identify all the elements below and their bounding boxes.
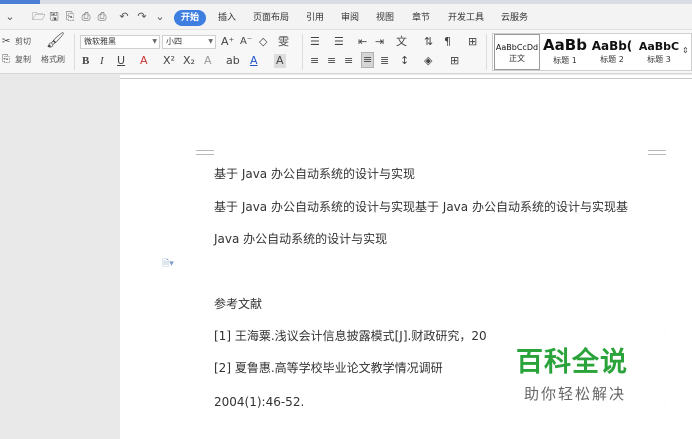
italic-button[interactable]: I [100, 54, 104, 68]
style-label: 标题 2 [600, 55, 624, 64]
print-preview-icon[interactable]: ⎙ [80, 11, 92, 23]
menu-bar: ⌄ 🗁 🖫 ⎘ ⎙ ⎙ ↶ ↷ ⌄ 开始 插入 页面布局 引用 审阅 视图 章节… [0, 4, 692, 30]
numbered-list-icon[interactable]: ☰ [334, 35, 344, 49]
text-effect-icon[interactable]: A [204, 54, 212, 68]
highlight-icon[interactable]: ab [226, 54, 240, 68]
sort-icon[interactable]: ⇅ [424, 35, 433, 49]
font-name-value: 微软雅黑 [84, 37, 116, 46]
align-center-icon[interactable]: ≡ [327, 54, 336, 68]
underline-button[interactable]: U [117, 54, 125, 68]
bullet-list-icon[interactable]: ☰ [310, 35, 320, 49]
clear-format-icon[interactable]: ◇ [259, 35, 267, 49]
subscript-icon[interactable]: X₂ [183, 54, 195, 68]
ribbon-home: ✂ 剪切 ⎘ 复制 🖌 格式刷 微软雅黑 ▼ 小四 ▼ A⁺ A⁻ ◇ 雯 B … [0, 30, 692, 74]
ribbon-divider [74, 34, 75, 70]
decrease-indent-icon[interactable]: ⇤ [358, 35, 367, 49]
style-preview: AaBb [543, 36, 587, 54]
strikethrough-icon[interactable]: A [140, 54, 148, 68]
copy-button[interactable]: 复制 [15, 54, 31, 66]
font-size-value: 小四 [166, 37, 182, 46]
style-heading-2[interactable]: AaBb( 标题 2 [589, 34, 635, 70]
phonetic-guide-icon[interactable]: 雯 [278, 35, 289, 49]
font-color-icon[interactable]: A [250, 54, 258, 68]
grow-font-icon[interactable]: A⁺ [221, 35, 234, 49]
style-heading-3[interactable]: AaBbC 标题 3 [636, 34, 682, 70]
copy-icon[interactable]: ⎘ [2, 53, 10, 67]
border-icon[interactable]: ⊞ [450, 54, 459, 68]
styles-gallery: AaBbCcDd 正文 AaBb 标题 1 AaBb( 标题 2 AaBbC 标… [492, 33, 692, 71]
style-normal[interactable]: AaBbCcDd 正文 [494, 34, 540, 70]
style-heading-1[interactable]: AaBb 标题 1 [542, 34, 588, 70]
print-icon[interactable]: ⎙ [96, 11, 108, 23]
chevron-down-icon: ▼ [208, 38, 213, 45]
chinese-layout-icon[interactable]: 文 [396, 35, 407, 49]
align-right-icon[interactable]: ≡ [344, 54, 353, 68]
customize-icon[interactable]: ⌄ [154, 11, 166, 23]
tab-developer[interactable]: 开发工具 [448, 10, 484, 26]
align-left-icon[interactable]: ≡ [310, 54, 319, 68]
tab-view[interactable]: 视图 [376, 10, 394, 26]
undo-icon[interactable]: ↶ [118, 11, 130, 23]
wps-writer-window: ⌄ 🗁 🖫 ⎘ ⎙ ⎙ ↶ ↷ ⌄ 开始 插入 页面布局 引用 审阅 视图 章节… [0, 0, 692, 439]
tab-sections[interactable]: 章节 [412, 10, 430, 26]
bold-button[interactable]: B [82, 54, 89, 68]
margin-corner-mark [648, 150, 666, 155]
line-spacing-icon[interactable]: ↕ [400, 54, 409, 68]
superscript-icon[interactable]: X² [163, 54, 175, 68]
font-size-select[interactable]: 小四 ▼ [162, 35, 216, 49]
char-shading-icon[interactable]: A [274, 54, 286, 68]
shading-icon[interactable]: ◈ [424, 54, 432, 68]
doc-line[interactable]: [1] 王海粟.浅议会计信息披露模式[J].财政研究，20 [214, 328, 487, 344]
format-painter-button[interactable]: 格式刷 [41, 54, 65, 66]
redo-icon[interactable]: ↷ [136, 11, 148, 23]
show-marks-icon[interactable]: ¶ [444, 35, 451, 49]
paragraph-handle-icon[interactable]: 🗎▾ [162, 256, 174, 272]
page-break-line [120, 78, 692, 79]
doc-line[interactable]: 基于 Java 办公自动系统的设计与实现 [214, 166, 415, 182]
style-preview: AaBb( [591, 39, 633, 53]
save-icon[interactable]: 🖫 [48, 11, 60, 23]
style-label: 正文 [509, 54, 525, 63]
open-icon[interactable]: 🗁 [32, 11, 46, 23]
tab-page-layout[interactable]: 页面布局 [253, 10, 289, 26]
styles-more-icon[interactable]: ⇕ [682, 44, 689, 58]
tab-insert[interactable]: 插入 [218, 10, 236, 26]
tab-home[interactable]: 开始 [174, 10, 207, 26]
shrink-font-icon[interactable]: A⁻ [240, 35, 252, 49]
font-name-select[interactable]: 微软雅黑 ▼ [80, 35, 160, 49]
style-preview: AaBbCcDd [495, 43, 539, 52]
tab-references[interactable]: 引用 [306, 10, 324, 26]
doc-line[interactable]: 基于 Java 办公自动系统的设计与实现基于 Java 办公自动系统的设计与实现… [214, 199, 628, 215]
cut-icon[interactable]: ✂ [2, 35, 10, 49]
align-justify-icon[interactable]: ≡ [361, 52, 375, 68]
style-label: 标题 3 [647, 55, 671, 64]
doc-line[interactable]: [2] 夏鲁惠.高等学校毕业论文教学情况调研 [214, 360, 443, 376]
style-label: 标题 1 [553, 56, 577, 65]
style-preview: AaBbC [638, 40, 680, 53]
watermark-slogan: 助你轻松解决 [524, 385, 627, 403]
ribbon-divider [486, 34, 487, 70]
tab-cloud-service[interactable]: 云服务 [501, 10, 528, 26]
distribute-icon[interactable]: ≣ [380, 54, 389, 68]
format-painter-icon[interactable]: 🖌 [46, 33, 65, 48]
save-as-icon[interactable]: ⎘ [64, 11, 76, 23]
doc-line[interactable]: Java 办公自动系统的设计与实现 [214, 231, 387, 247]
undo-dropdown-icon[interactable]: ⌄ [2, 11, 18, 23]
doc-line[interactable]: 2004(1):46-52. [214, 394, 304, 410]
increase-indent-icon[interactable]: ⇥ [375, 35, 384, 49]
tab-review[interactable]: 审阅 [341, 10, 359, 26]
watermark-logo-text: 百科全说 [516, 347, 628, 378]
chevron-down-icon: ▼ [152, 38, 157, 45]
margin-corner-mark [196, 150, 214, 155]
ribbon-divider [302, 34, 303, 70]
doc-line[interactable]: 参考文献 [214, 296, 262, 312]
table-border-icon[interactable]: ⊞ [468, 35, 477, 49]
cut-button[interactable]: 剪切 [15, 36, 31, 48]
